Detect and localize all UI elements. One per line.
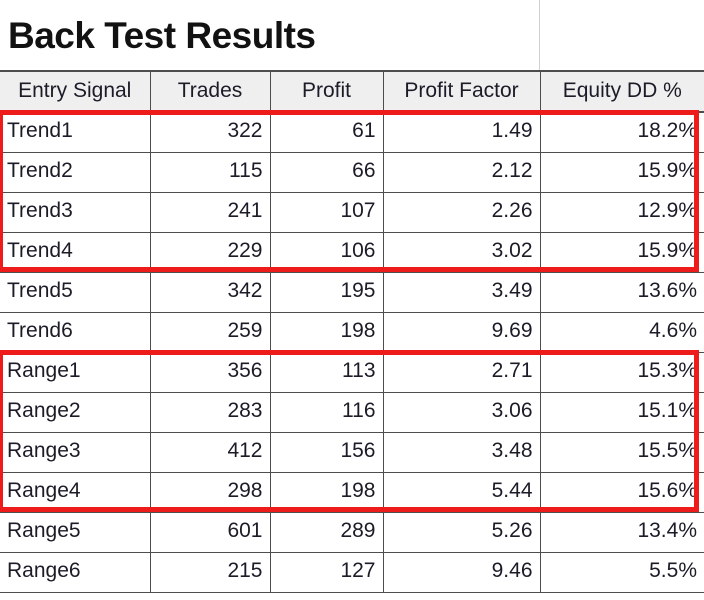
- table-row[interactable]: Range2 283 116 3.06 15.1%: [0, 392, 704, 433]
- cell-entry-signal[interactable]: Range1: [0, 352, 151, 393]
- cell-profit[interactable]: 107: [270, 192, 384, 233]
- cell-profit-factor[interactable]: 5.26: [383, 512, 541, 553]
- table-row[interactable]: Trend4 229 106 3.02 15.9%: [0, 232, 704, 273]
- cell-trades[interactable]: 601: [150, 512, 271, 553]
- cell-trades[interactable]: 412: [150, 432, 271, 473]
- cell-profit-factor[interactable]: 2.12: [383, 152, 541, 193]
- cell-entry-signal[interactable]: Range5: [0, 512, 151, 553]
- cell-profit[interactable]: 289: [270, 512, 384, 553]
- table-row[interactable]: Range5 601 289 5.26 13.4%: [0, 512, 704, 553]
- cell-trades[interactable]: 298: [150, 472, 271, 513]
- cell-profit[interactable]: 106: [270, 232, 384, 273]
- cell-profit[interactable]: 113: [270, 352, 384, 393]
- cell-trades[interactable]: 215: [150, 552, 271, 593]
- column-header-profit[interactable]: Profit: [270, 72, 384, 113]
- cell-profit[interactable]: 198: [270, 472, 384, 513]
- cell-entry-signal[interactable]: Trend4: [0, 232, 151, 273]
- cell-profit-factor[interactable]: 9.46: [383, 552, 541, 593]
- cell-entry-signal[interactable]: Range3: [0, 432, 151, 473]
- column-header-equity-dd[interactable]: Equity DD %: [540, 72, 704, 113]
- column-header-entry-signal[interactable]: Entry Signal: [0, 72, 151, 113]
- cell-profit-factor[interactable]: 2.71: [383, 352, 541, 393]
- cell-entry-signal[interactable]: Range4: [0, 472, 151, 513]
- cell-trades[interactable]: 342: [150, 272, 271, 313]
- cell-trades[interactable]: 115: [150, 152, 271, 193]
- title-row: Back Test Results: [0, 0, 704, 72]
- cell-equity-dd[interactable]: 13.4%: [540, 512, 704, 553]
- table-row[interactable]: Trend6 259 198 9.69 4.6%: [0, 312, 704, 353]
- cell-profit-factor[interactable]: 1.49: [383, 112, 541, 153]
- title-cell: Back Test Results: [0, 0, 540, 70]
- cell-equity-dd[interactable]: 15.6%: [540, 472, 704, 513]
- cell-equity-dd[interactable]: 15.1%: [540, 392, 704, 433]
- table-row[interactable]: Trend2 115 66 2.12 15.9%: [0, 152, 704, 193]
- cell-equity-dd[interactable]: 12.9%: [540, 192, 704, 233]
- cell-entry-signal[interactable]: Trend3: [0, 192, 151, 233]
- cell-trades[interactable]: 283: [150, 392, 271, 433]
- cell-equity-dd[interactable]: 15.3%: [540, 352, 704, 393]
- cell-profit-factor[interactable]: 3.48: [383, 432, 541, 473]
- cell-equity-dd[interactable]: 15.9%: [540, 232, 704, 273]
- cell-profit-factor[interactable]: 5.44: [383, 472, 541, 513]
- cell-equity-dd[interactable]: 5.5%: [540, 552, 704, 593]
- cell-equity-dd[interactable]: 15.5%: [540, 432, 704, 473]
- cell-entry-signal[interactable]: Trend6: [0, 312, 151, 353]
- table-header-row: Entry Signal Trades Profit Profit Factor…: [0, 72, 704, 113]
- cell-profit[interactable]: 195: [270, 272, 384, 313]
- cell-trades[interactable]: 322: [150, 112, 271, 153]
- table-row[interactable]: Trend5 342 195 3.49 13.6%: [0, 272, 704, 313]
- cell-profit[interactable]: 116: [270, 392, 384, 433]
- cell-profit[interactable]: 61: [270, 112, 384, 153]
- cell-trades[interactable]: 356: [150, 352, 271, 393]
- cell-profit[interactable]: 198: [270, 312, 384, 353]
- page-title: Back Test Results: [8, 14, 316, 56]
- cell-trades[interactable]: 229: [150, 232, 271, 273]
- table-row[interactable]: Range1 356 113 2.71 15.3%: [0, 352, 704, 393]
- cell-entry-signal[interactable]: Range6: [0, 552, 151, 593]
- title-row-empty-cell: [541, 0, 704, 70]
- cell-profit-factor[interactable]: 9.69: [383, 312, 541, 353]
- table-row[interactable]: Range6 215 127 9.46 5.5%: [0, 552, 704, 593]
- back-test-results-table: Entry Signal Trades Profit Profit Factor…: [0, 72, 704, 593]
- table-row[interactable]: Trend1 322 61 1.49 18.2%: [0, 112, 704, 153]
- cell-trades[interactable]: 241: [150, 192, 271, 233]
- cell-profit[interactable]: 66: [270, 152, 384, 193]
- cell-profit[interactable]: 127: [270, 552, 384, 593]
- cell-trades[interactable]: 259: [150, 312, 271, 353]
- column-header-trades[interactable]: Trades: [150, 72, 271, 113]
- cell-entry-signal[interactable]: Trend1: [0, 112, 151, 153]
- table-row[interactable]: Range3 412 156 3.48 15.5%: [0, 432, 704, 473]
- cell-equity-dd[interactable]: 4.6%: [540, 312, 704, 353]
- table-row[interactable]: Range4 298 198 5.44 15.6%: [0, 472, 704, 513]
- table-row[interactable]: Trend3 241 107 2.26 12.9%: [0, 192, 704, 233]
- table-body: Trend1 322 61 1.49 18.2% Trend2 115 66 2.12 15.9%…: [0, 112, 704, 593]
- cell-equity-dd[interactable]: 18.2%: [540, 112, 704, 153]
- column-header-profit-factor[interactable]: Profit Factor: [383, 72, 541, 113]
- cell-profit-factor[interactable]: 3.49: [383, 272, 541, 313]
- cell-profit-factor[interactable]: 3.02: [383, 232, 541, 273]
- spreadsheet-sheet: Back Test Results Entry Signal Trades Pr…: [0, 0, 704, 600]
- cell-profit-factor[interactable]: 3.06: [383, 392, 541, 433]
- cell-entry-signal[interactable]: Trend2: [0, 152, 151, 193]
- cell-entry-signal[interactable]: Range2: [0, 392, 151, 433]
- cell-equity-dd[interactable]: 15.9%: [540, 152, 704, 193]
- cell-equity-dd[interactable]: 13.6%: [540, 272, 704, 313]
- cell-profit-factor[interactable]: 2.26: [383, 192, 541, 233]
- cell-profit[interactable]: 156: [270, 432, 384, 473]
- cell-entry-signal[interactable]: Trend5: [0, 272, 151, 313]
